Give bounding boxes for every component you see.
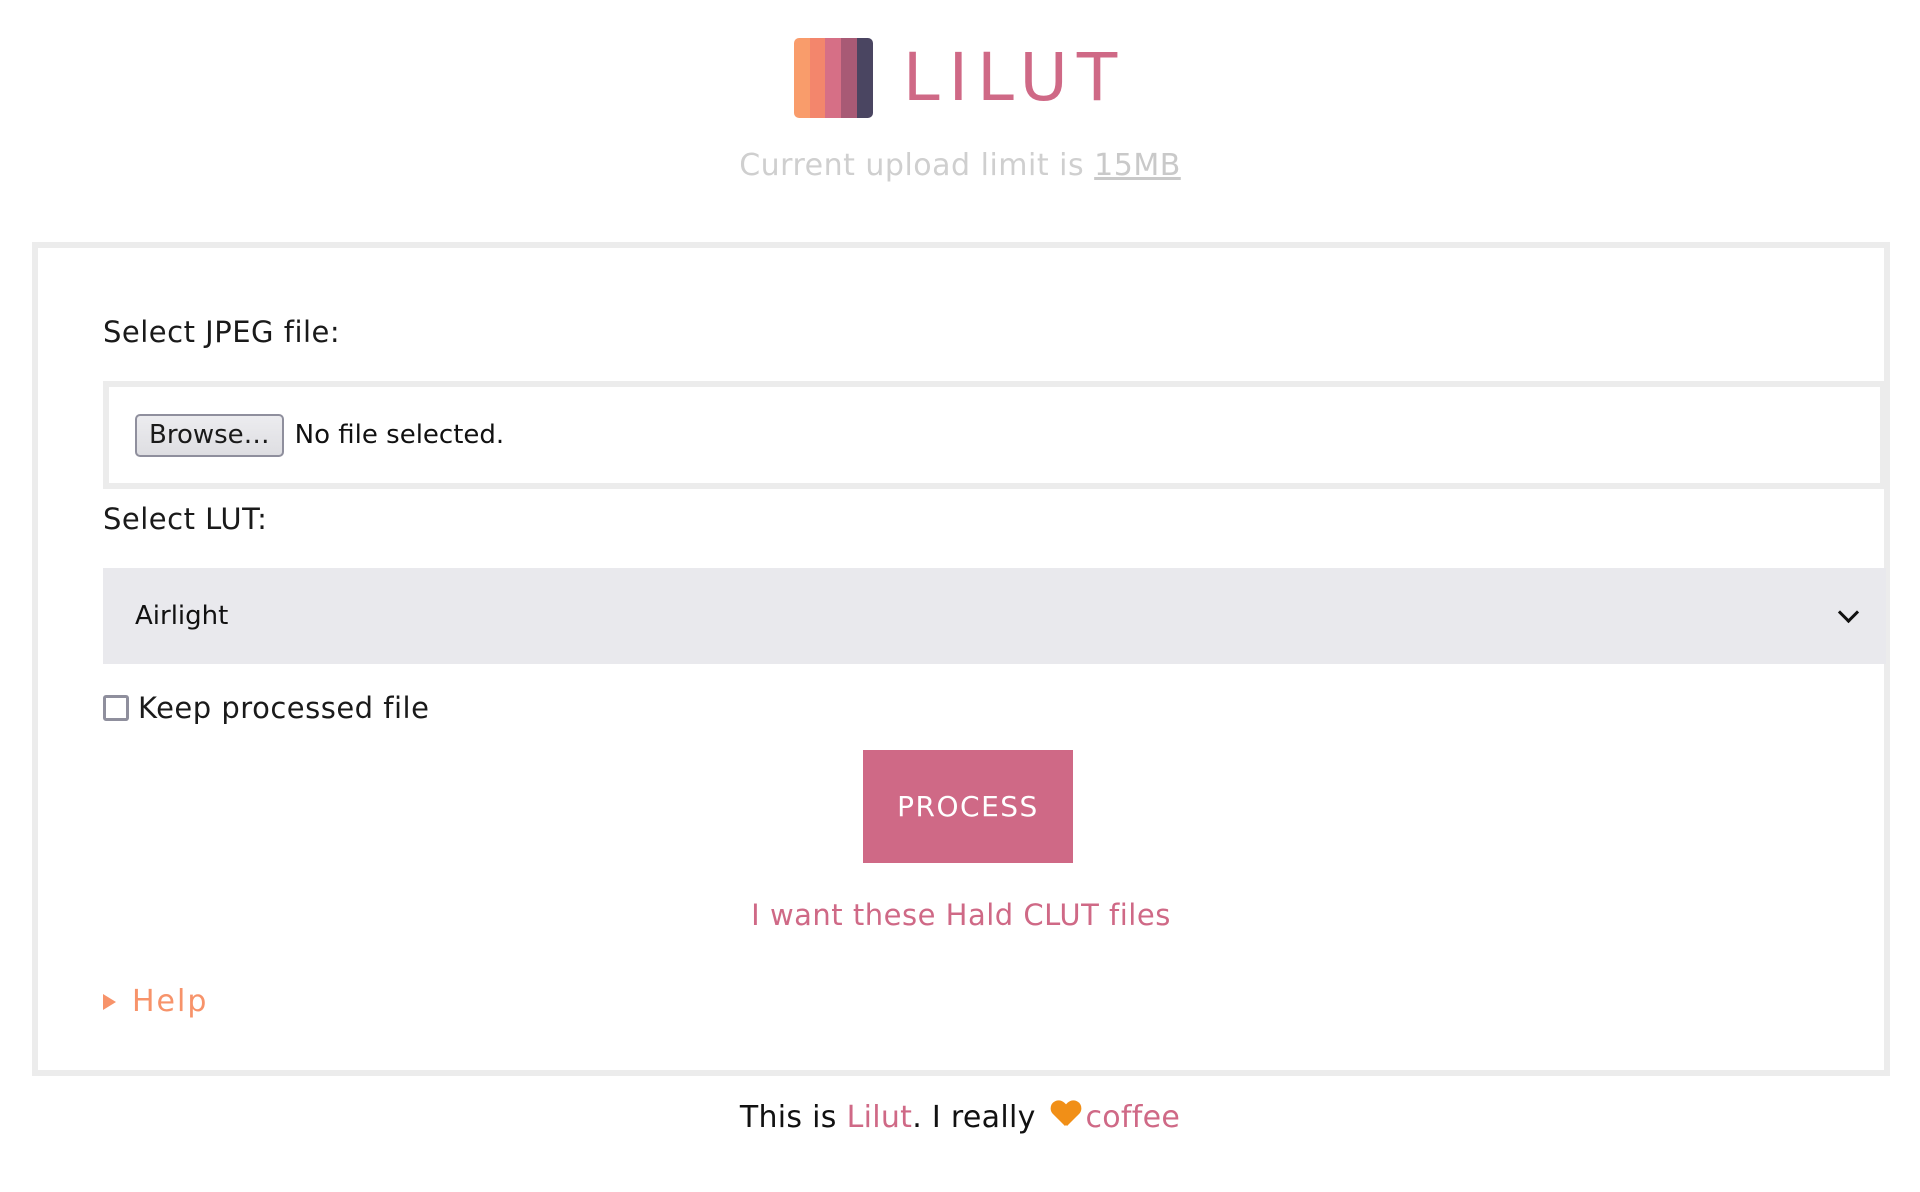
keep-file-checkbox[interactable] [103, 695, 129, 721]
footer: This is Lilut. I really coffee [0, 1100, 1920, 1135]
chevron-down-icon [1837, 601, 1860, 623]
upload-form-card: Select JPEG file: Browse… No file select… [32, 242, 1890, 1076]
hald-clut-link-text[interactable]: I want these Hald CLUT files [751, 898, 1171, 932]
keep-file-label[interactable]: Keep processed file [138, 691, 429, 725]
file-field-label: Select JPEG file: [103, 315, 341, 349]
logo-bar [809, 38, 826, 118]
logo-bar [825, 38, 842, 118]
upload-limit-value: 15MB [1094, 148, 1181, 183]
help-toggle[interactable]: Help [103, 984, 208, 1019]
caret-right-icon [103, 993, 116, 1010]
upload-limit-text: Current upload limit is 15MB [0, 148, 1920, 183]
logo-icon [793, 38, 873, 118]
lilut-link[interactable]: Lilut [847, 1100, 913, 1135]
footer-prefix: This is [739, 1100, 847, 1135]
keep-file-option[interactable]: Keep processed file [103, 691, 429, 725]
file-status-text: No file selected. [294, 420, 505, 450]
heart-icon [1051, 1101, 1079, 1129]
logo-bar [793, 38, 810, 118]
logo-bar [857, 38, 873, 118]
upload-limit-prefix: Current upload limit is [739, 148, 1095, 183]
lut-field-label: Select LUT: [103, 502, 268, 536]
footer-middle: . I really [912, 1100, 1046, 1135]
process-button[interactable]: PROCESS [863, 750, 1073, 863]
brand-title: LILUT [902, 39, 1127, 116]
coffee-link[interactable]: coffee [1085, 1100, 1180, 1135]
hald-clut-link: I want these Hald CLUT files [38, 898, 1884, 932]
lut-select-value: Airlight [135, 601, 229, 631]
file-input[interactable]: Browse… No file selected. [103, 381, 1886, 489]
header: LILUT [0, 38, 1920, 118]
lut-select[interactable]: Airlight [103, 568, 1886, 664]
logo-bar [841, 38, 858, 118]
browse-button[interactable]: Browse… [135, 413, 284, 457]
page: LILUT Current upload limit is 15MB Selec… [0, 0, 1920, 1192]
help-label[interactable]: Help [132, 984, 208, 1019]
